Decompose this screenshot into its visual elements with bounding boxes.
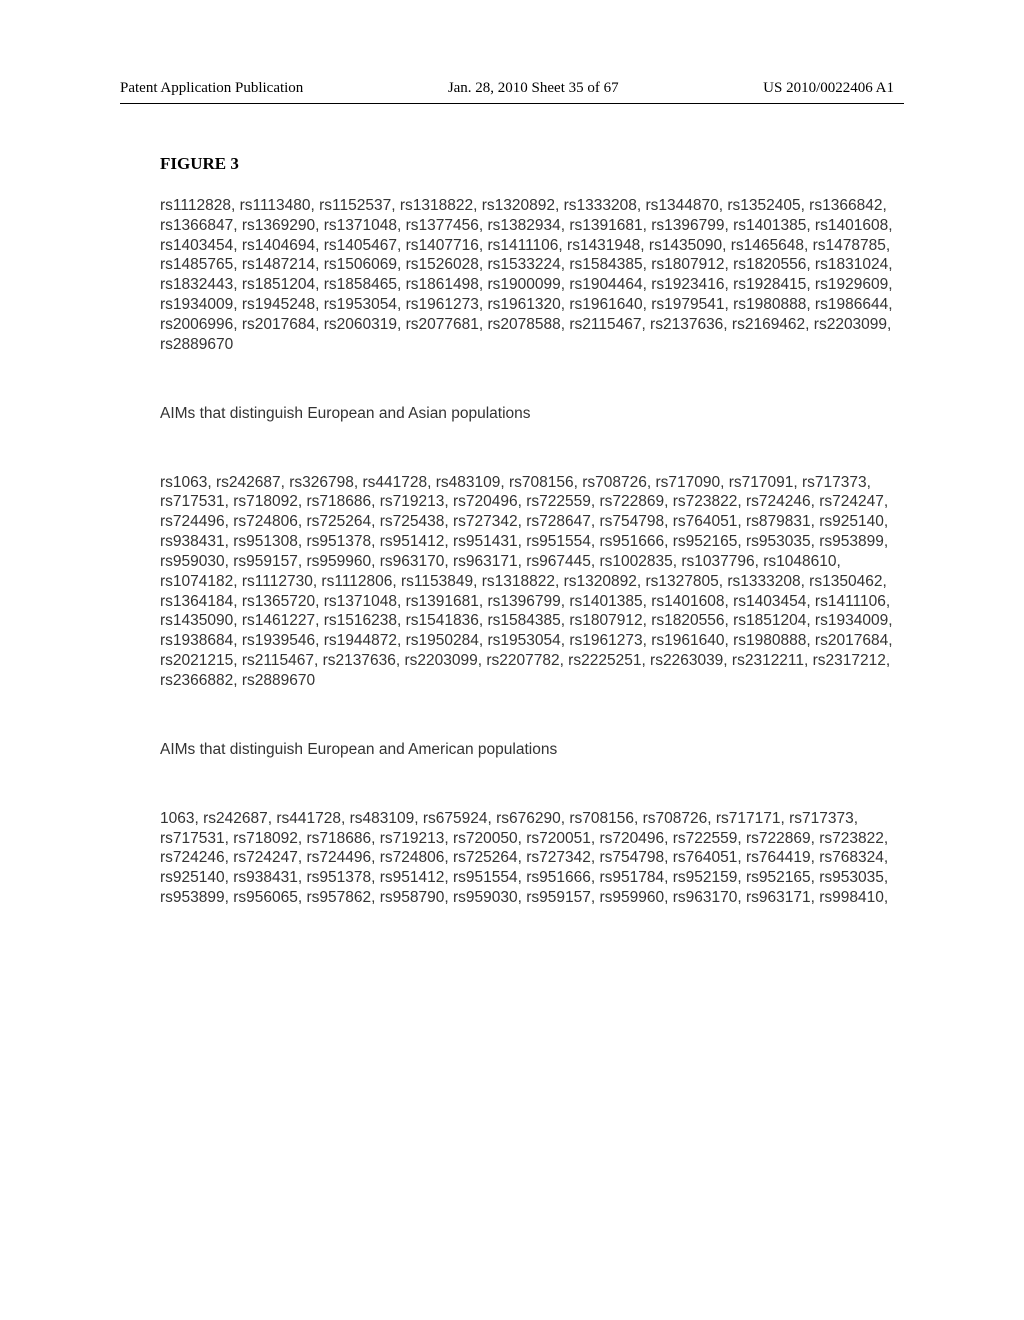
snp-list-block-3: 1063, rs242687, rs441728, rs483109, rs67…: [160, 809, 894, 908]
snp-list-block-1: rs1112828, rs1113480, rs1152537, rs13188…: [160, 196, 894, 355]
snp-list-block-2: rs1063, rs242687, rs326798, rs441728, rs…: [160, 473, 894, 691]
page-content: FIGURE 3 rs1112828, rs1113480, rs1152537…: [60, 154, 964, 908]
figure-label: FIGURE 3: [160, 154, 894, 174]
patent-page: Patent Application Publication Jan. 28, …: [0, 0, 1024, 1320]
header-date-sheet: Jan. 28, 2010 Sheet 35 of 67: [448, 80, 619, 97]
header-publication-type: Patent Application Publication: [120, 80, 303, 97]
header-divider: [120, 103, 904, 104]
header-publication-number: US 2010/0022406 A1: [763, 80, 894, 97]
section-title-european-american: AIMs that distinguish European and Ameri…: [160, 741, 894, 759]
page-header: Patent Application Publication Jan. 28, …: [60, 80, 964, 97]
section-title-european-asian: AIMs that distinguish European and Asian…: [160, 405, 894, 423]
